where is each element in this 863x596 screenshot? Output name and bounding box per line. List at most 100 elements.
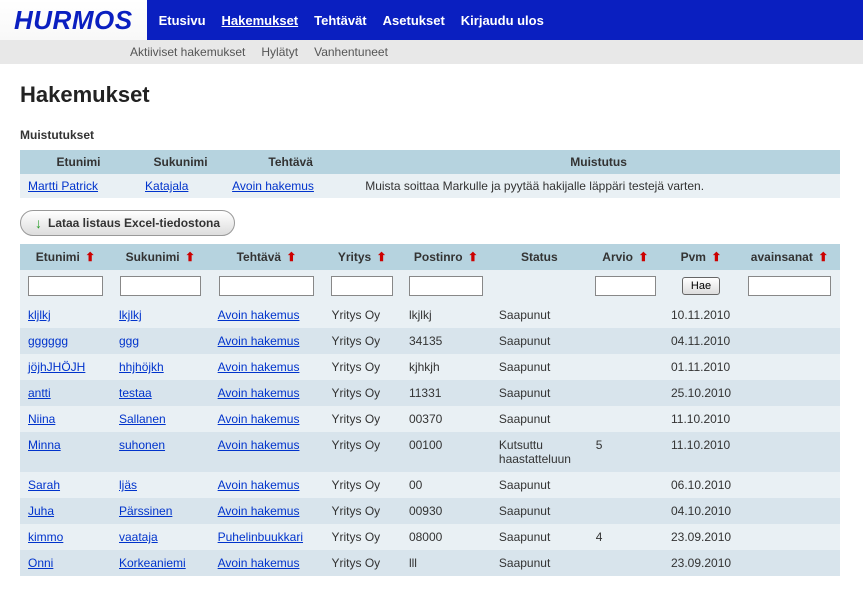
table-row: jöjhJHÖJH hhjhöjkh Avoin hakemus Yritys Oyk… xyxy=(20,354,840,380)
listing-col-5[interactable]: Status xyxy=(491,244,588,270)
cell-pvm: 11.10.2010 xyxy=(663,432,739,472)
listing-col-1[interactable]: Sukunimi ⬆ xyxy=(111,244,210,270)
sort-arrow-icon[interactable]: ⬆ xyxy=(638,250,648,264)
cell-link-sukunimi[interactable]: Korkeaniemi xyxy=(119,556,186,570)
filter-input-8[interactable] xyxy=(748,276,832,296)
cell-link-tehtava[interactable]: Avoin hakemus xyxy=(218,334,300,348)
cell-link-sukunimi[interactable]: ljäs xyxy=(119,478,137,492)
cell-arvio xyxy=(588,550,663,576)
cell-link-sukunimi[interactable]: vaataja xyxy=(119,530,158,544)
filter-input-4[interactable] xyxy=(409,276,483,296)
sort-arrow-icon[interactable]: ⬆ xyxy=(818,250,828,264)
filter-input-6[interactable] xyxy=(595,276,656,296)
nav-primary-item-2[interactable]: Tehtävät xyxy=(312,9,369,32)
listing-col-2[interactable]: Tehtävä ⬆ xyxy=(210,244,324,270)
cell-link-tehtava[interactable]: Avoin hakemus xyxy=(218,478,300,492)
cell-link-etunimi[interactable]: Onni xyxy=(28,556,53,570)
cell-link-etunimi[interactable]: Minna xyxy=(28,438,61,452)
cell-link-sukunimi[interactable]: suhonen xyxy=(119,438,165,452)
cell-link-etunimi[interactable]: Juha xyxy=(28,504,54,518)
cell-link-etunimi[interactable]: kljlkj xyxy=(28,308,51,322)
download-excel-button[interactable]: ↓ Lataa listaus Excel-tiedostona xyxy=(20,210,235,236)
reminders-link-sukunimi[interactable]: Katajala xyxy=(145,179,188,193)
nav-primary-item-1[interactable]: Hakemukset xyxy=(220,9,301,32)
cell-yritys: Yritys Oy xyxy=(323,406,400,432)
listing-col-6[interactable]: Arvio ⬆ xyxy=(588,244,663,270)
cell-link-sukunimi[interactable]: testaa xyxy=(119,386,152,400)
cell-yritys: Yritys Oy xyxy=(323,354,400,380)
cell-pvm: 06.10.2010 xyxy=(663,472,739,498)
reminders-heading: Muistutukset xyxy=(20,128,840,142)
table-row: OnniKorkeaniemiAvoin hakemusYritys Oylll… xyxy=(20,550,840,576)
cell-link-etunimi[interactable]: antti xyxy=(28,386,51,400)
cell-arvio xyxy=(588,328,663,354)
cell-link-sukunimi[interactable]: Sallanen xyxy=(119,412,166,426)
filter-input-2[interactable] xyxy=(219,276,314,296)
sort-arrow-icon[interactable]: ⬆ xyxy=(85,250,95,264)
cell-status: Saapunut xyxy=(491,302,588,328)
reminders-table: EtunimiSukunimiTehtäväMuistutus Martti P… xyxy=(20,150,840,198)
reminders-link-tehtava[interactable]: Avoin hakemus xyxy=(232,179,314,193)
cell-link-tehtava[interactable]: Avoin hakemus xyxy=(218,360,300,374)
cell-link-tehtava[interactable]: Avoin hakemus xyxy=(218,556,300,570)
cell-yritys: Yritys Oy xyxy=(323,432,400,472)
table-row: SarahljäsAvoin hakemusYritys Oy00Saapunu… xyxy=(20,472,840,498)
nav-primary-item-0[interactable]: Etusivu xyxy=(157,9,208,32)
cell-status: Saapunut xyxy=(491,498,588,524)
cell-postinro: kjhkjh xyxy=(401,354,491,380)
nav-primary-item-4[interactable]: Kirjaudu ulos xyxy=(459,9,546,32)
listing-col-8[interactable]: avainsanat ⬆ xyxy=(739,244,840,270)
cell-pvm: 01.11.2010 xyxy=(663,354,739,380)
cell-link-sukunimi[interactable]: Pärssinen xyxy=(119,504,172,518)
filter-input-3[interactable] xyxy=(331,276,394,296)
cell-link-etunimi[interactable]: jöjhJHÖJH xyxy=(28,360,85,374)
reminders-link-etunimi[interactable]: Martti Patrick xyxy=(28,179,98,193)
cell-link-tehtava[interactable]: Puhelinbuukkari xyxy=(218,530,303,544)
cell-status: Kutsuttu haastatteluun xyxy=(491,432,588,472)
page-title: Hakemukset xyxy=(20,82,840,108)
cell-link-tehtava[interactable]: Avoin hakemus xyxy=(218,504,300,518)
nav-primary-item-3[interactable]: Asetukset xyxy=(381,9,447,32)
listing-col-3[interactable]: Yritys ⬆ xyxy=(323,244,400,270)
table-row: kljlkjlkjlkjAvoin hakemusYritys Oylkjlkj… xyxy=(20,302,840,328)
table-row: JuhaPärssinenAvoin hakemusYritys Oy00930… xyxy=(20,498,840,524)
cell-pvm: 23.09.2010 xyxy=(663,550,739,576)
cell-link-sukunimi[interactable]: hhjhöjkh xyxy=(119,360,164,374)
nav-secondary-item-2[interactable]: Vanhentuneet xyxy=(314,45,388,59)
cell-link-sukunimi[interactable]: ggg xyxy=(119,334,139,348)
filter-input-1[interactable] xyxy=(120,276,202,296)
cell-pvm: 10.11.2010 xyxy=(663,302,739,328)
reminders-col-0: Etunimi xyxy=(20,150,137,174)
cell-yritys: Yritys Oy xyxy=(323,380,400,406)
nav-secondary-item-1[interactable]: Hylätyt xyxy=(261,45,298,59)
cell-link-etunimi[interactable]: gggggg xyxy=(28,334,68,348)
cell-link-etunimi[interactable]: Sarah xyxy=(28,478,60,492)
cell-postinro: 11331 xyxy=(401,380,491,406)
listing-col-0[interactable]: Etunimi ⬆ xyxy=(20,244,111,270)
header: HURMOS EtusivuHakemuksetTehtävätAsetukse… xyxy=(0,0,863,40)
cell-arvio xyxy=(588,380,663,406)
cell-link-tehtava[interactable]: Avoin hakemus xyxy=(218,412,300,426)
reminders-text: Muista soittaa Markulle ja pyytää hakija… xyxy=(357,174,840,198)
table-row: MinnasuhonenAvoin hakemusYritys Oy00100K… xyxy=(20,432,840,472)
search-button[interactable]: Hae xyxy=(682,277,720,295)
cell-arvio xyxy=(588,472,663,498)
listing-col-7[interactable]: Pvm ⬆ xyxy=(663,244,739,270)
sort-arrow-icon[interactable]: ⬆ xyxy=(185,250,195,264)
sort-arrow-icon[interactable]: ⬆ xyxy=(286,250,296,264)
cell-arvio xyxy=(588,406,663,432)
cell-avainsanat xyxy=(739,354,840,380)
cell-link-etunimi[interactable]: Niina xyxy=(28,412,55,426)
nav-secondary-item-0[interactable]: Aktiiviset hakemukset xyxy=(130,45,245,59)
sort-arrow-icon[interactable]: ⬆ xyxy=(711,250,721,264)
cell-avainsanat xyxy=(739,550,840,576)
filter-input-0[interactable] xyxy=(28,276,103,296)
cell-link-tehtava[interactable]: Avoin hakemus xyxy=(218,386,300,400)
sort-arrow-icon[interactable]: ⬆ xyxy=(377,250,387,264)
cell-link-tehtava[interactable]: Avoin hakemus xyxy=(218,308,300,322)
cell-link-sukunimi[interactable]: lkjlkj xyxy=(119,308,142,322)
cell-link-etunimi[interactable]: kimmo xyxy=(28,530,63,544)
cell-link-tehtava[interactable]: Avoin hakemus xyxy=(218,438,300,452)
listing-col-4[interactable]: Postinro ⬆ xyxy=(401,244,491,270)
sort-arrow-icon[interactable]: ⬆ xyxy=(468,250,478,264)
